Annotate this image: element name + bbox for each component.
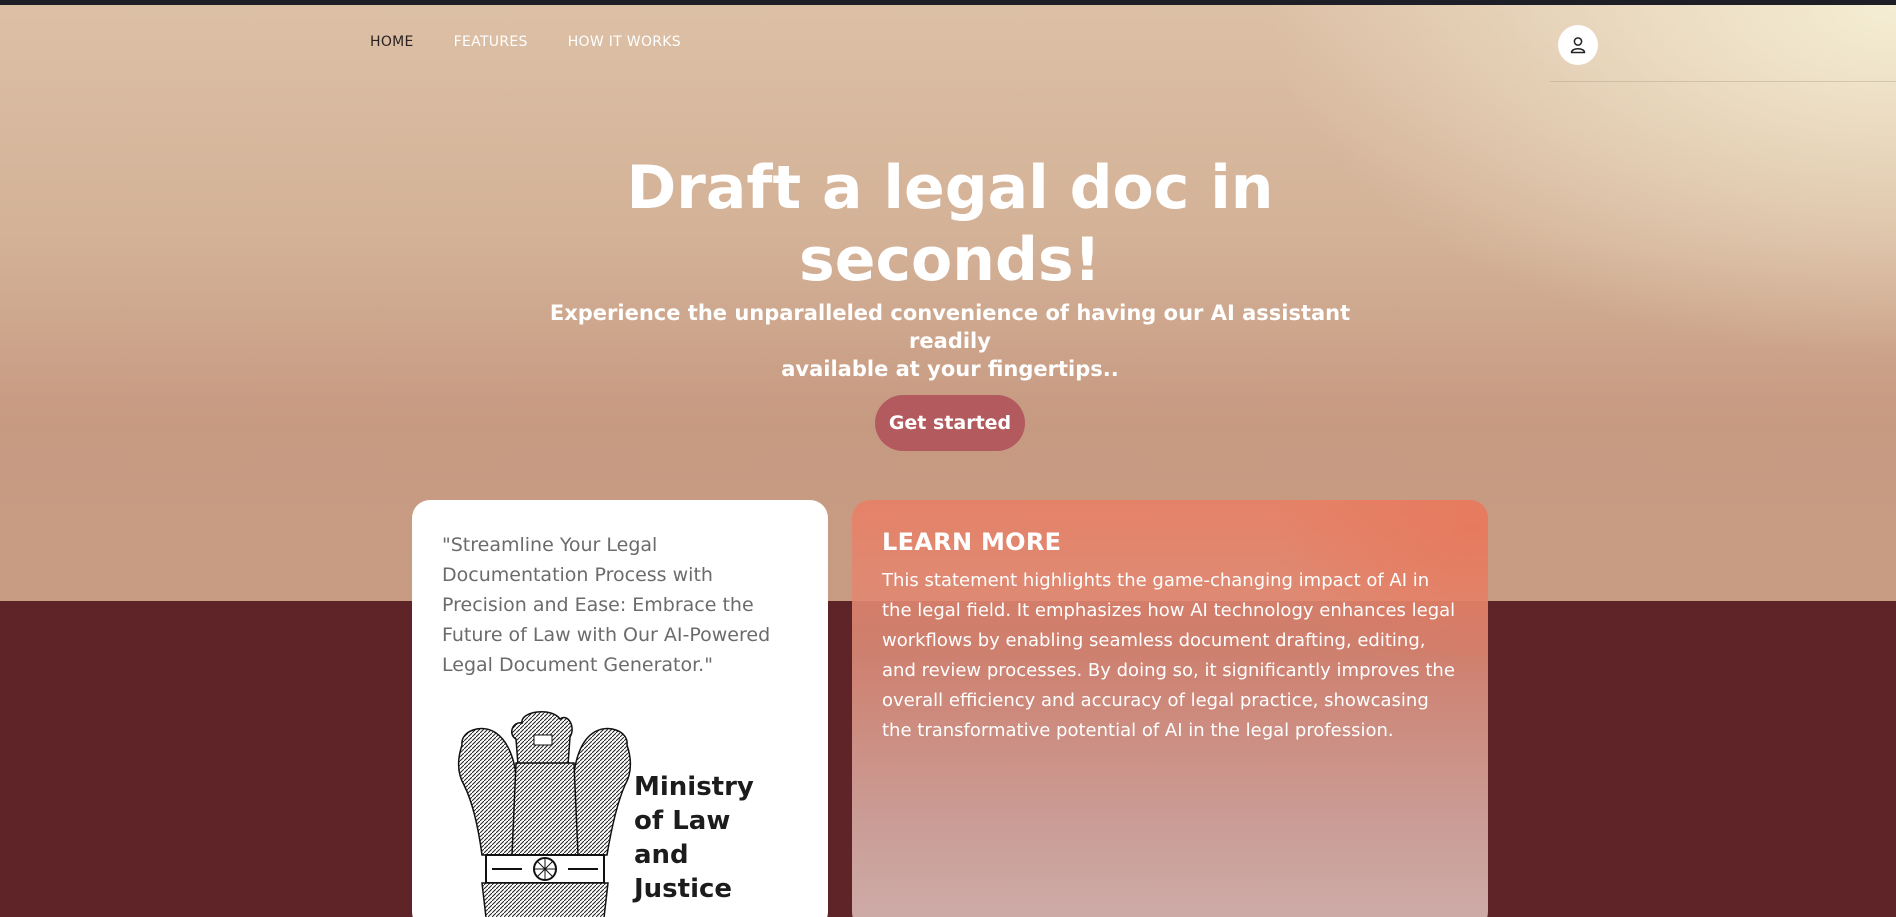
national-emblem-icon: [457, 711, 632, 917]
learn-more-title[interactable]: LEARN MORE: [882, 528, 1061, 556]
hero-title: Draft a legal doc in seconds!: [560, 152, 1340, 296]
profile-button[interactable]: [1558, 25, 1598, 65]
hero-title-line1: Draft a legal doc in: [626, 153, 1274, 223]
quote-card: "Streamline Your Legal Documentation Pro…: [412, 500, 828, 917]
hero-subtitle-line2: available at your fingertips..: [781, 357, 1119, 381]
user-icon: [1570, 37, 1586, 54]
main-nav: HOME FEATURES HOW IT WORKS: [370, 34, 681, 50]
ministry-line-2: of Law: [634, 806, 731, 836]
learn-more-card: LEARN MORE This statement highlights the…: [852, 500, 1488, 917]
hero-subtitle-line1: Experience the unparalleled convenience …: [549, 301, 1351, 353]
quote-text: "Streamline Your Legal Documentation Pro…: [442, 534, 771, 676]
ministry-line-1: Ministry: [634, 772, 754, 802]
ministry-logo-text: Ministry of Law and Justice: [634, 770, 784, 906]
hero-title-line2: seconds!: [799, 225, 1101, 295]
ministry-line-3: and: [634, 840, 689, 870]
nav-features[interactable]: FEATURES: [454, 34, 528, 50]
get-started-button[interactable]: Get started: [875, 395, 1025, 451]
nav-home[interactable]: HOME: [370, 34, 414, 50]
learn-more-body: This statement highlights the game-chang…: [882, 570, 1456, 741]
hero-subtitle: Experience the unparalleled convenience …: [510, 299, 1390, 383]
ministry-line-4: Justice: [634, 874, 733, 904]
nav-how-it-works[interactable]: HOW IT WORKS: [568, 34, 681, 50]
nav-divider: [1550, 81, 1896, 82]
